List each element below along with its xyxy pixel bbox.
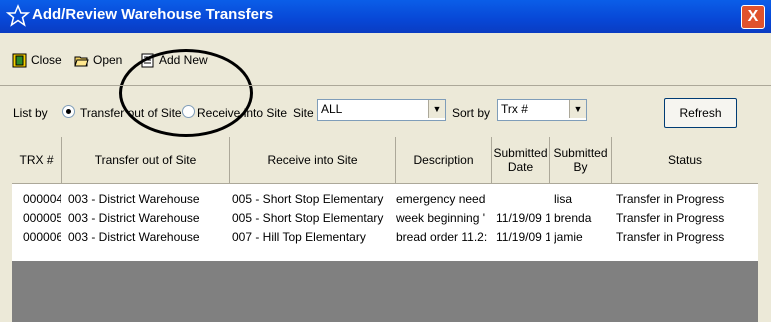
cell-description: bread order 11.2:: [396, 230, 488, 244]
column-header-submitted-date[interactable]: Submitted Date: [492, 137, 550, 184]
close-door-icon: [12, 53, 27, 67]
radio-transfer-out-label: Transfer out of Site: [80, 106, 182, 120]
cell-submitted-by: jamie: [554, 230, 583, 244]
cell-submitted-date: 11/19/09 1: [496, 211, 550, 225]
close-button-label: Close: [31, 53, 62, 67]
cell-trx: 000006: [23, 230, 61, 244]
sort-select[interactable]: Trx # ▼: [497, 99, 587, 121]
open-button-label: Open: [93, 53, 123, 67]
cell-submitted-date: 11/19/09 1: [496, 230, 550, 244]
cell-receive-into: 005 - Short Stop Elementary: [232, 192, 384, 206]
cell-status: Transfer in Progress: [616, 230, 725, 244]
chevron-down-icon: ▼: [428, 100, 445, 118]
cell-transfer-out: 003 - District Warehouse: [68, 211, 200, 225]
cell-receive-into: 005 - Short Stop Elementary: [232, 211, 384, 225]
add-new-button[interactable]: Add New: [140, 51, 208, 69]
column-header-submitted-by[interactable]: Submitted By: [550, 137, 612, 184]
site-label: Site: [293, 106, 314, 120]
grid-body: TRX # Transfer out of Site Receive into …: [12, 137, 758, 261]
window-close-button[interactable]: X: [741, 5, 765, 29]
chevron-down-icon: ▼: [569, 100, 586, 118]
close-button[interactable]: Close: [12, 51, 62, 69]
column-header-transfer-out[interactable]: Transfer out of Site: [62, 137, 230, 184]
cell-description: week beginning ': [396, 211, 486, 225]
star-app-icon: [6, 4, 30, 27]
open-folder-icon: [74, 56, 89, 66]
cell-transfer-out: 003 - District Warehouse: [68, 230, 200, 244]
column-header-trx[interactable]: TRX #: [12, 137, 62, 184]
radio-receive-into[interactable]: [182, 105, 195, 118]
cell-submitted-date: [496, 192, 550, 208]
title-bar: Add/Review Warehouse Transfers X: [0, 0, 771, 33]
radio-transfer-out[interactable]: [62, 105, 75, 118]
column-header-receive-into[interactable]: Receive into Site: [230, 137, 396, 184]
column-header-status[interactable]: Status: [612, 137, 758, 184]
cell-submitted-by: lisa: [554, 192, 573, 206]
cell-trx: 000004: [23, 192, 61, 206]
site-select[interactable]: ALL ▼: [317, 99, 446, 121]
cell-trx: 000005: [23, 211, 61, 225]
cell-status: Transfer in Progress: [616, 211, 725, 225]
list-by-label: List by: [13, 106, 48, 120]
cell-receive-into: 007 - Hill Top Elementary: [232, 230, 366, 244]
transfers-grid[interactable]: TRX # Transfer out of Site Receive into …: [12, 137, 758, 322]
filter-bar: List by Transfer out of Site Receive int…: [0, 85, 771, 138]
cell-transfer-out: 003 - District Warehouse: [68, 192, 200, 206]
radio-receive-into-label: Receive into Site: [197, 106, 288, 120]
open-button[interactable]: Open: [74, 51, 122, 69]
cell-submitted-by: brenda: [554, 211, 592, 225]
site-select-value: ALL: [321, 102, 343, 116]
sort-by-label: Sort by: [452, 106, 491, 120]
cell-status: Transfer in Progress: [616, 192, 725, 206]
refresh-button[interactable]: Refresh: [664, 98, 737, 128]
window-title: Add/Review Warehouse Transfers: [32, 6, 274, 23]
toolbar: Close Open Add New: [0, 33, 771, 137]
document-list-icon: [141, 53, 154, 67]
cell-description: emergency need: [396, 192, 486, 206]
column-header-description[interactable]: Description: [396, 137, 492, 184]
sort-select-value: Trx #: [501, 102, 528, 116]
add-new-button-label: Add New: [159, 53, 208, 67]
